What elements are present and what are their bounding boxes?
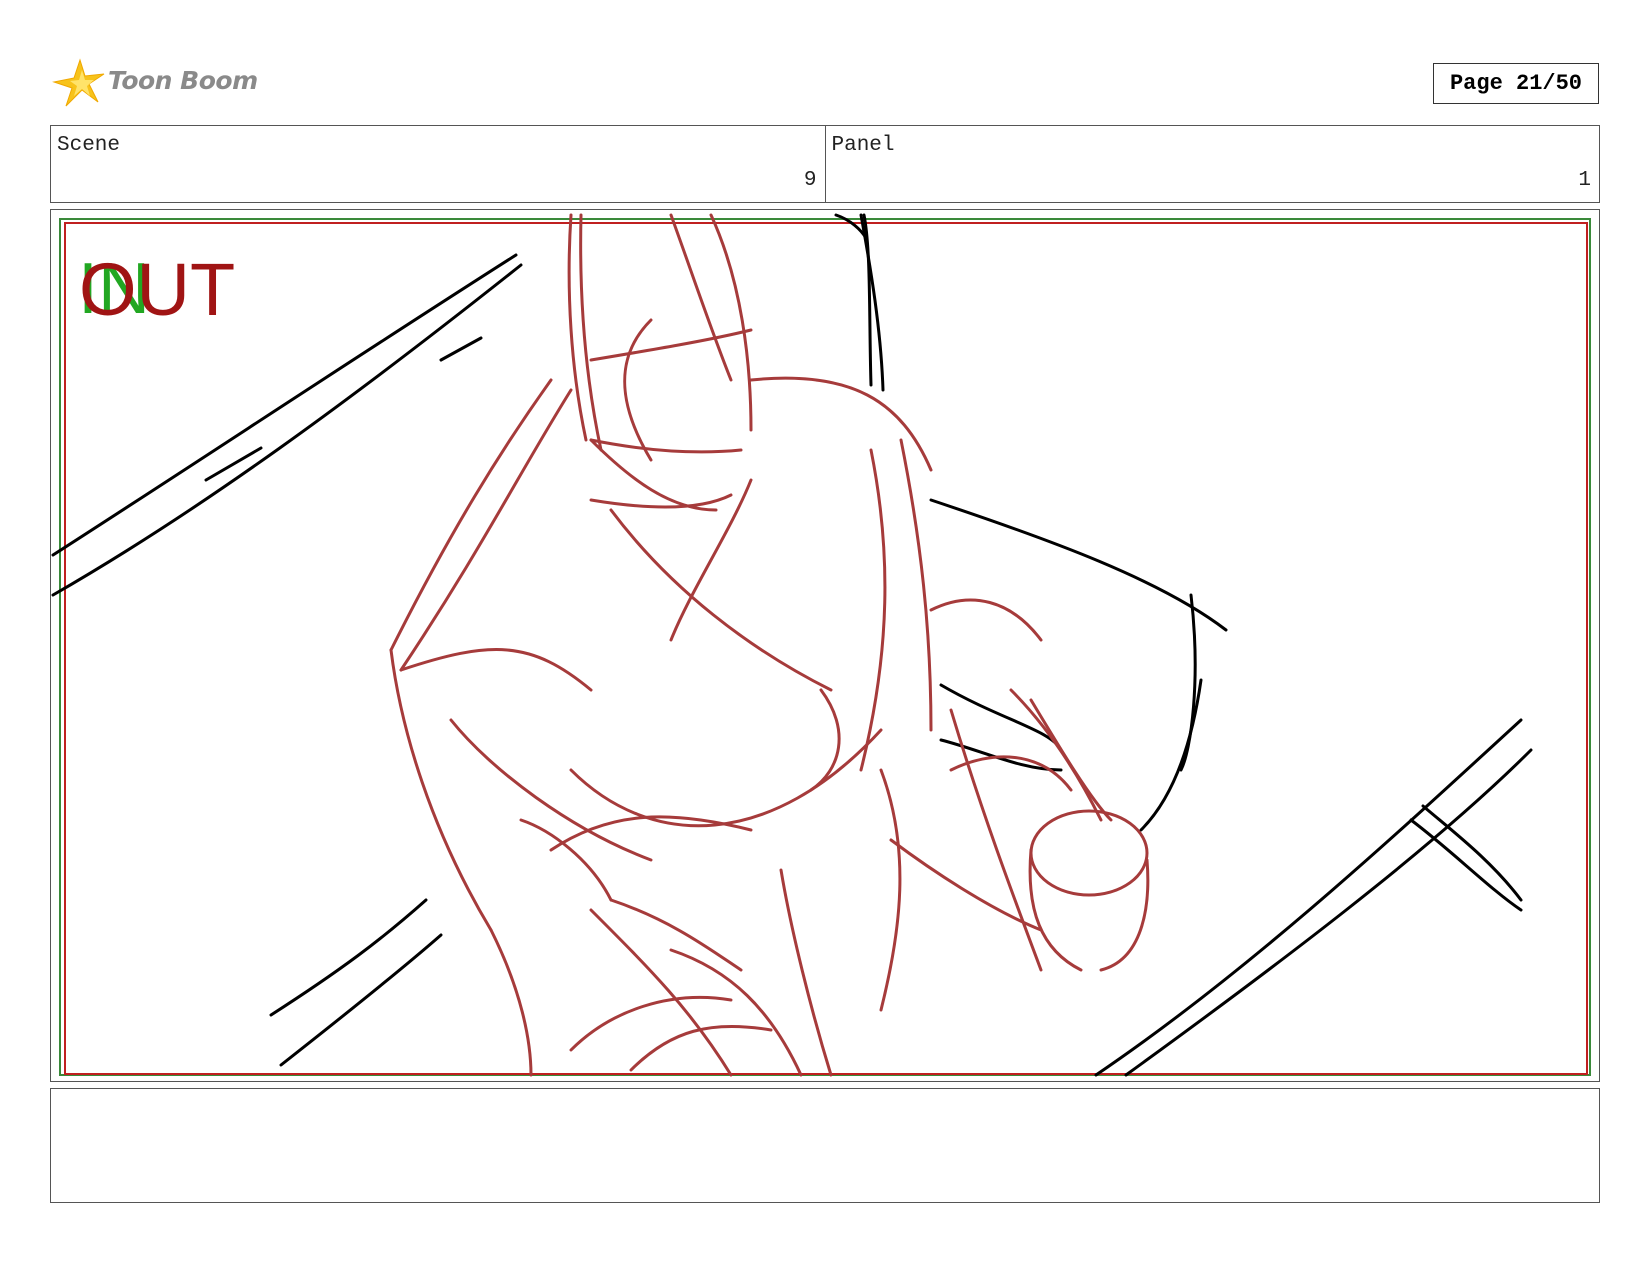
scene-cell: Scene 9 <box>51 126 825 202</box>
panel-cell: Panel 1 <box>824 126 1600 202</box>
logo-text: Toon Boom <box>108 66 258 95</box>
safe-frame-red <box>64 222 1588 1075</box>
out-marker: OUT <box>79 248 235 331</box>
toon-boom-logo: Toon Boom <box>52 56 262 112</box>
page-number: Page 21/50 <box>1433 63 1599 104</box>
logo-star-icon <box>52 58 105 107</box>
character-sketch <box>389 213 1150 1077</box>
panel-drawing: IN OUT <box>51 213 1591 1077</box>
panel-number: 1 <box>1578 169 1591 192</box>
scene-label: Scene <box>57 134 121 157</box>
background-sketch <box>51 213 1533 1077</box>
scene-panel-info: Scene 9 Panel 1 <box>50 125 1600 203</box>
panel-notes <box>50 1088 1600 1203</box>
storyboard-panel: IN OUT <box>50 209 1600 1082</box>
scene-number: 9 <box>803 169 817 192</box>
safe-frame-green <box>59 218 1591 1076</box>
panel-label: Panel <box>831 134 895 157</box>
